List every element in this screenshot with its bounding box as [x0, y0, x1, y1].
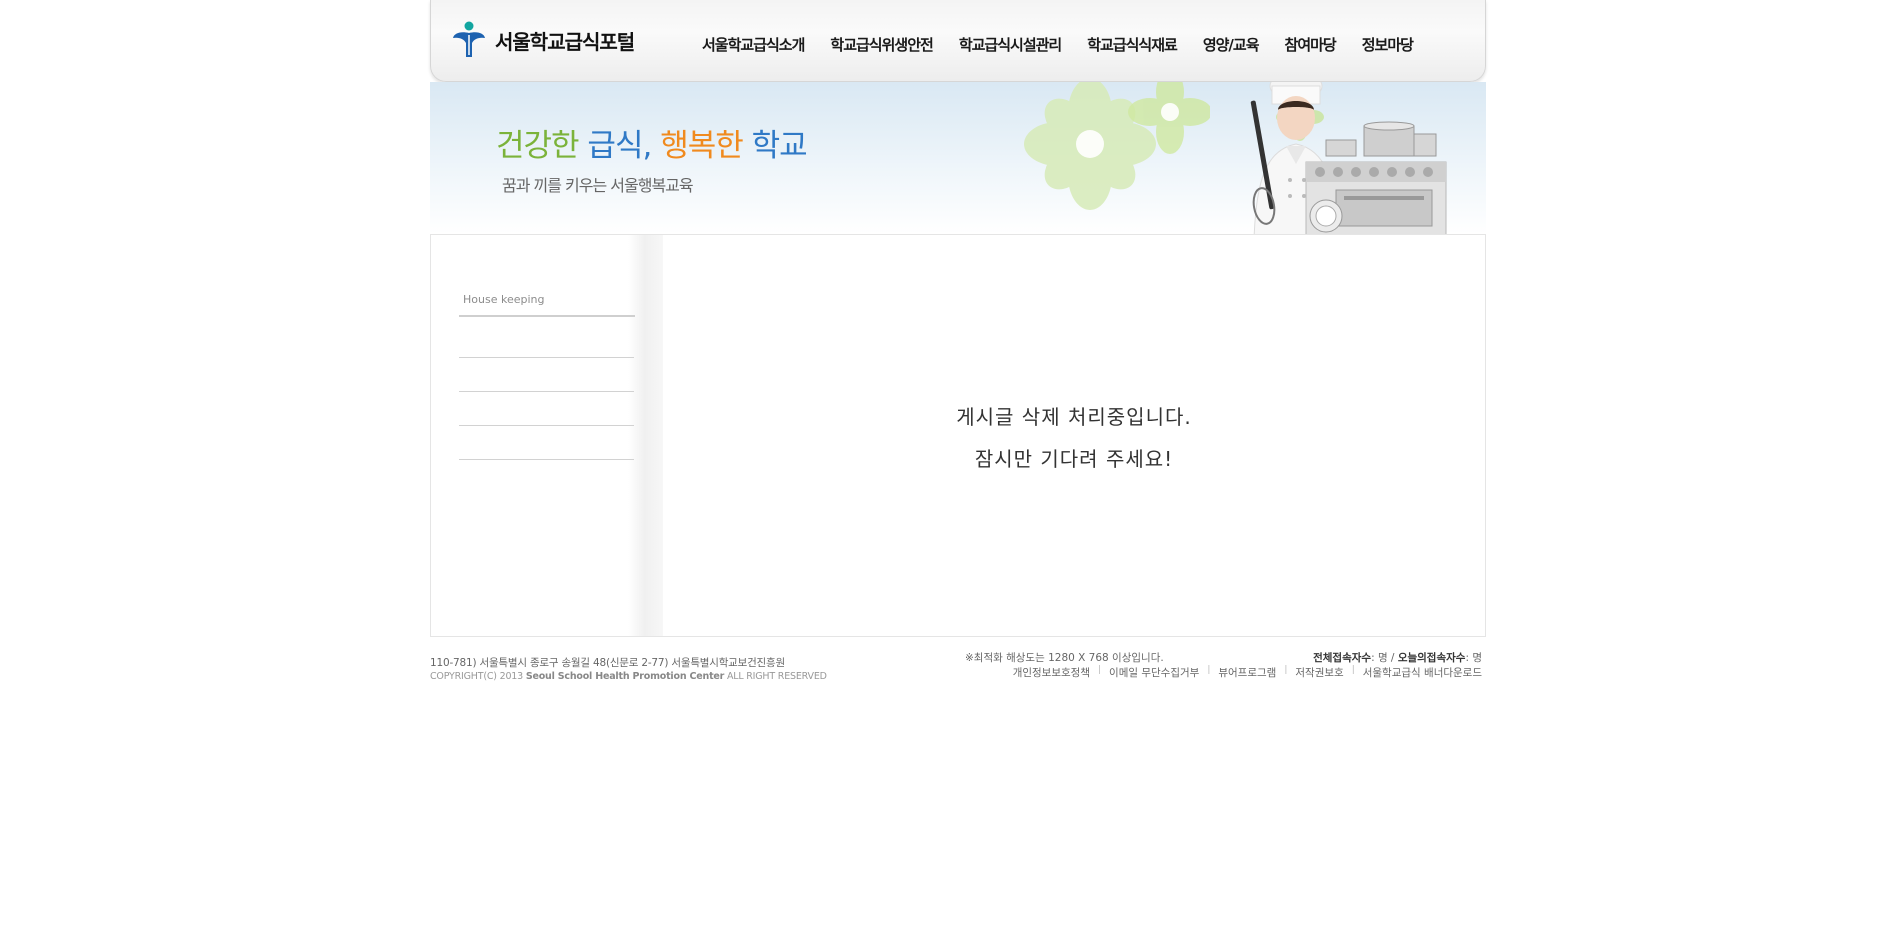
main-navigation: 서울학교급식소개 학교급식위생안전 학교급식시설관리 학교급식식재료 영양/교육…: [689, 34, 1426, 55]
nav-item-nutrition[interactable]: 영양/교육: [1203, 34, 1260, 55]
flower-decoration-icon: [1024, 82, 1210, 210]
page-wrapper: 서울학교급식포털 서울학교급식소개 학교급식위생안전 학교급식시설관리 학교급식…: [430, 0, 1486, 700]
stove-illustration-icon: [1305, 121, 1447, 234]
today-visitors-label: 오늘의접속자수: [1397, 652, 1466, 664]
total-visitors-value: : 명 /: [1371, 652, 1395, 664]
status-message: 게시글 삭제 처리중입니다. 잠시만 기다려 주세요!: [663, 235, 1485, 636]
slogan-part-2: 급식,: [587, 128, 652, 164]
content-area: House keeping 게시글 삭제 처리중입니다. 잠시만 기다려 주세요…: [430, 234, 1486, 637]
footer-links: 개인정보보호정책 | 이메일 무단수집거부 | 뷰어프로그램 | 저작권보호 |…: [1013, 665, 1482, 680]
status-message-line-2: 잠시만 기다려 주세요!: [974, 446, 1174, 471]
main-visual-banner: 건강한 급식, 행복한 학교 꿈과 끼를 키우는 서울행복교육: [430, 82, 1486, 234]
logo-text: 서울학교급식포털: [495, 29, 635, 54]
sidebar-divider: [459, 459, 634, 460]
resolution-note: ※최적화 해상도는 1280 X 768 이상입니다.: [965, 652, 1164, 664]
nav-item-hygiene[interactable]: 학교급식위생안전: [830, 34, 933, 55]
sidebar-divider: [459, 391, 634, 392]
sidebar-divider: [459, 357, 634, 358]
link-privacy-policy[interactable]: 개인정보보호정책: [1013, 665, 1090, 680]
link-viewer-program[interactable]: 뷰어프로그램: [1218, 665, 1276, 680]
copyright-suffix: ALL RIGHT RESERVED: [726, 671, 827, 682]
logo-emblem-icon: [453, 21, 485, 57]
copyright-organization: Seoul School Health Promotion Center: [525, 671, 725, 682]
nav-item-info[interactable]: 정보마당: [1362, 34, 1414, 55]
link-copyright-protection[interactable]: 저작권보호: [1295, 665, 1343, 680]
footer: 110-781) 서울특별시 종로구 송월길 48(신문로 2-77) 서울특별…: [430, 650, 1486, 690]
sub-slogan: 꿈과 끼를 키우는 서울행복교육: [502, 176, 694, 195]
slogan: 건강한 급식, 행복한 학교: [496, 120, 808, 165]
nav-item-intro[interactable]: 서울학교급식소개: [702, 34, 805, 55]
slogan-part-1: 건강한: [496, 128, 580, 164]
nav-item-ingredients[interactable]: 학교급식식재료: [1087, 34, 1178, 55]
sidebar-title: House keeping: [459, 293, 635, 317]
nav-item-facilities[interactable]: 학교급식시설관리: [959, 34, 1062, 55]
left-sidebar: House keeping: [431, 235, 663, 636]
footer-address: 110-781) 서울특별시 종로구 송월길 48(신문로 2-77) 서울특별…: [430, 657, 785, 669]
nav-item-participation[interactable]: 참여마당: [1285, 34, 1337, 55]
slogan-part-4: 학교: [751, 128, 808, 164]
header: 서울학교급식포털 서울학교급식소개 학교급식위생안전 학교급식시설관리 학교급식…: [430, 0, 1486, 82]
slogan-part-3: 행복한: [660, 128, 744, 164]
link-separator: |: [1284, 665, 1288, 675]
site-logo[interactable]: 서울학교급식포털: [451, 20, 635, 60]
link-separator: |: [1097, 665, 1102, 675]
sidebar-divider: [459, 425, 634, 426]
copyright-prefix: COPYRIGHT(C) 2013: [430, 671, 523, 682]
visitor-counter: 전체접속자수: 명 / 오늘의접속자수: 명: [1313, 650, 1482, 665]
footer-copyright: COPYRIGHT(C) 2013 Seoul School Health Pr…: [430, 671, 827, 682]
link-separator: |: [1207, 665, 1211, 675]
link-separator: |: [1351, 665, 1355, 675]
today-visitors-value: : 명: [1465, 652, 1482, 664]
total-visitors-label: 전체접속자수: [1313, 652, 1372, 664]
link-email-refusal[interactable]: 이메일 무단수집거부: [1109, 665, 1199, 680]
status-message-line-1: 게시글 삭제 처리중입니다.: [956, 404, 1192, 429]
link-banner-download[interactable]: 서울학교급식 배너다운로드: [1363, 665, 1482, 680]
